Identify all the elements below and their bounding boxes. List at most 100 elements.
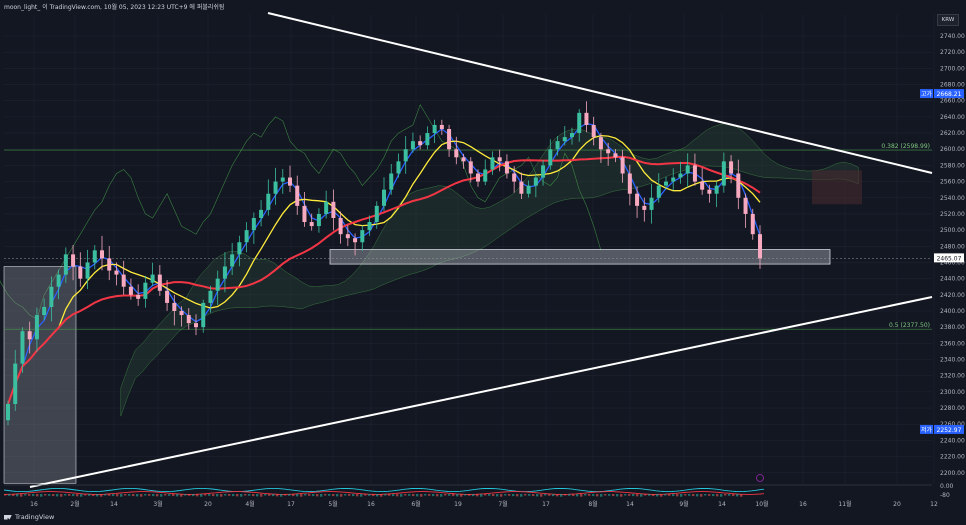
candle-body (208, 290, 213, 303)
price-tick-label: 2680.00 (940, 82, 965, 89)
candle-body (288, 177, 292, 186)
candle (750, 208, 755, 240)
oscillator-bar (740, 494, 743, 497)
oscillator-bar (72, 494, 75, 497)
oscillator-bar (300, 494, 303, 497)
candle-body (49, 286, 54, 307)
fib-label: 0.5 (2377.50) (889, 322, 930, 329)
oscillator-bar (192, 494, 195, 497)
oscillator-bar (648, 494, 651, 496)
candle-body (685, 165, 690, 174)
candle (432, 119, 437, 144)
candle-body (237, 242, 242, 255)
candle-body (562, 137, 567, 142)
candle-body (468, 161, 473, 174)
oscillator-bar (368, 494, 371, 496)
price-tick-label: 2340.00 (940, 357, 965, 364)
candle-body (251, 217, 256, 231)
price-tick-label: 2360.00 (940, 340, 965, 347)
current-price-badge: 2465.07 (937, 255, 962, 262)
oscillator-bar (304, 494, 307, 496)
time-tick-label: 14 (110, 501, 118, 508)
time-tick-label: 20 (204, 501, 212, 508)
oscillator-bar (668, 494, 671, 496)
oscillator-bar (476, 494, 479, 497)
candle-body (374, 205, 379, 223)
price-chart[interactable]: 0.382 (2598.99) 0.5 (2377.50) 2200.00 2220… (0, 0, 966, 525)
oscillator-bar (128, 494, 131, 496)
candle-body (121, 274, 126, 287)
oscillator-line-b (3, 491, 765, 495)
time-tick-label: 8월 (588, 500, 597, 508)
oscillator-bar (708, 494, 711, 496)
oscillator-bar (136, 494, 139, 497)
oscillator-bar (116, 494, 119, 497)
time-tick-label: 7월 (498, 500, 507, 508)
oscillator-bar (20, 494, 23, 497)
oscillator-bar (444, 494, 447, 496)
oscillator-bar (432, 494, 435, 497)
candle (447, 124, 452, 157)
oscillator-bar (64, 494, 67, 496)
price-tick-label: 2400.00 (940, 308, 965, 315)
fib-label: 0.382 (2598.99) (881, 143, 930, 150)
oscillator-bar (332, 494, 335, 497)
candle-body (179, 311, 184, 316)
oscillator-bar (84, 494, 87, 496)
oscillator-bar (576, 494, 579, 497)
oscillator-bar (468, 494, 471, 496)
candle-body (331, 201, 336, 218)
time-tick-label: 16 (367, 501, 375, 508)
oscillator-bar (480, 494, 483, 497)
oscillator-bar (688, 494, 691, 496)
oscillator-bar (404, 494, 407, 496)
oscillator-bar (124, 494, 127, 496)
oscillator-bar (280, 494, 283, 497)
high-price-badge: 2668.21 (937, 91, 962, 98)
candle-body (78, 266, 83, 279)
candle-body (418, 141, 423, 146)
candle-body (128, 286, 133, 295)
oscillator-bar (440, 494, 443, 497)
candle-body (360, 230, 365, 243)
event-marker-icon (756, 474, 764, 482)
candle-body (692, 165, 697, 182)
candle (743, 193, 748, 228)
oscillator-bar (316, 494, 319, 497)
candle (201, 299, 206, 333)
candle-body (642, 205, 647, 210)
oscillator-bar (588, 494, 591, 496)
oscillator-bar (164, 494, 167, 496)
price-tick-label: 2480.00 (940, 243, 965, 250)
candle-body (533, 177, 538, 186)
candle-body (150, 274, 155, 283)
oscillator-bar (504, 494, 507, 496)
oscillator-bar (460, 494, 463, 497)
oscillator-bar (500, 494, 503, 497)
candle-body (678, 173, 683, 178)
candle-body (432, 124, 437, 134)
oscillator-bar (336, 494, 339, 497)
oscillator-bar (392, 494, 395, 497)
time-tick-label: 17 (542, 501, 550, 508)
oscillator-bar (716, 494, 719, 497)
candle (121, 260, 126, 295)
oscillator-bar (268, 494, 271, 496)
candle (396, 153, 401, 178)
oscillator-bar (344, 494, 347, 496)
oscillator-bar (692, 494, 695, 497)
price-tick-label: 2740.00 (940, 33, 965, 40)
candle (584, 101, 589, 133)
oscillator-bar (528, 494, 531, 496)
candle-body (136, 294, 141, 299)
oscillator-bar (564, 494, 567, 496)
oscillator-bar (620, 494, 623, 497)
candle (244, 222, 249, 253)
candle (302, 192, 307, 227)
oscillator-bar (144, 494, 147, 496)
oscillator-bar (584, 494, 587, 496)
candle-body (302, 205, 307, 223)
candle (714, 181, 719, 208)
candle-body (107, 258, 112, 271)
candle-body (13, 363, 18, 405)
